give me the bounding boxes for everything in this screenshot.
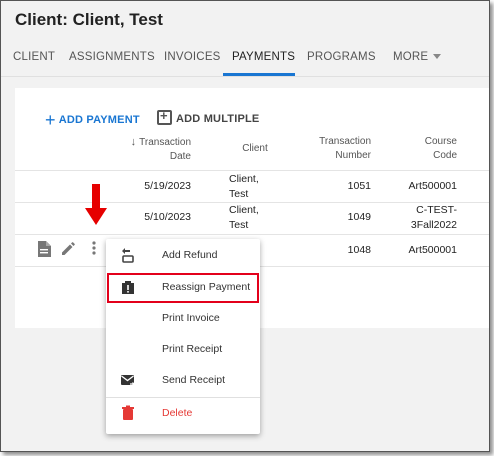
- send-mail-icon: [120, 372, 136, 388]
- tab-more-label: MORE: [393, 51, 429, 63]
- plus-icon: +: [45, 110, 56, 130]
- tab-client[interactable]: CLIENT: [13, 51, 55, 63]
- cell-client: Client, Test: [229, 204, 259, 231]
- tab-invoices[interactable]: INVOICES: [164, 51, 221, 63]
- menu-item-delete[interactable]: Delete: [106, 399, 260, 429]
- callout-arrow-shaft: [92, 184, 100, 210]
- add-multiple-label: ADD MULTIPLE: [176, 113, 260, 125]
- menu-item-print-receipt[interactable]: Print Receipt: [106, 335, 260, 365]
- menu-item-print-invoice[interactable]: Print Invoice: [106, 304, 260, 334]
- menu-item-label: Print Invoice: [162, 312, 220, 324]
- header: Client: Client, Test: [1, 1, 489, 41]
- cell-date: 5/19/2023: [144, 180, 191, 192]
- chevron-down-icon: [433, 54, 442, 60]
- cell-number: 1049: [347, 211, 371, 223]
- menu-item-send-receipt[interactable]: Send Receipt: [106, 366, 260, 396]
- column-header-date-line2: Date: [169, 151, 191, 162]
- row-actions-menu: Add Refund Reassign Payment Print Invoic…: [106, 239, 260, 434]
- tab-bar: CLIENT ASSIGNMENTS INVOICES PAYMENTS PRO…: [1, 41, 489, 77]
- column-header-date-line1: ↓ Transaction: [130, 136, 191, 148]
- window-frame: Client: Client, Test CLIENT ASSIGNMENTS …: [0, 0, 490, 452]
- edit-pencil-icon[interactable]: [61, 241, 76, 260]
- page-title: Client: Client, Test: [15, 10, 163, 29]
- active-tab-indicator: [223, 73, 295, 76]
- menu-item-label: Print Receipt: [162, 343, 223, 355]
- menu-item-label: Send Receipt: [162, 374, 226, 386]
- cell-course: C-TEST- 3Fall2022: [410, 204, 457, 231]
- tab-more[interactable]: MORE: [393, 51, 442, 63]
- column-header-date[interactable]: ↓ Transaction Date: [123, 135, 191, 164]
- document-icon[interactable]: [37, 241, 51, 261]
- add-multiple-button[interactable]: ADD MULTIPLE: [157, 108, 260, 125]
- trash-icon: [120, 405, 136, 421]
- tab-programs[interactable]: PROGRAMS: [307, 51, 376, 63]
- more-vertical-icon[interactable]: [91, 240, 97, 260]
- column-header-course[interactable]: Course Code: [407, 135, 457, 163]
- column-header-client[interactable]: Client: [237, 142, 273, 156]
- tab-assignments[interactable]: ASSIGNMENTS: [69, 51, 155, 63]
- cell-number: 1048: [347, 244, 371, 256]
- add-box-icon: [157, 108, 172, 125]
- menu-item-label: Delete: [162, 407, 193, 419]
- header-divider: [15, 170, 489, 171]
- menu-divider: [106, 397, 260, 398]
- refund-icon: [120, 247, 136, 263]
- cell-number: 1051: [347, 180, 371, 192]
- cell-date: 5/10/2023: [144, 211, 191, 223]
- tab-payments[interactable]: PAYMENTS: [232, 51, 295, 63]
- menu-item-add-refund[interactable]: Add Refund: [106, 241, 260, 271]
- arrow-down-icon: ↓: [130, 136, 137, 148]
- cell-client: Client, Test: [229, 173, 259, 200]
- callout-arrow-icon: [85, 208, 107, 225]
- add-payment-label: ADD PAYMENT: [58, 114, 140, 126]
- cell-course: Art500001: [408, 244, 457, 256]
- highlight-box: [107, 273, 259, 303]
- cell-course: Art500001: [408, 180, 457, 192]
- column-header-number[interactable]: Transaction Number: [311, 135, 371, 163]
- row-divider: [15, 234, 489, 235]
- add-payment-button[interactable]: + ADD PAYMENT: [45, 110, 140, 131]
- menu-item-label: Add Refund: [162, 249, 218, 261]
